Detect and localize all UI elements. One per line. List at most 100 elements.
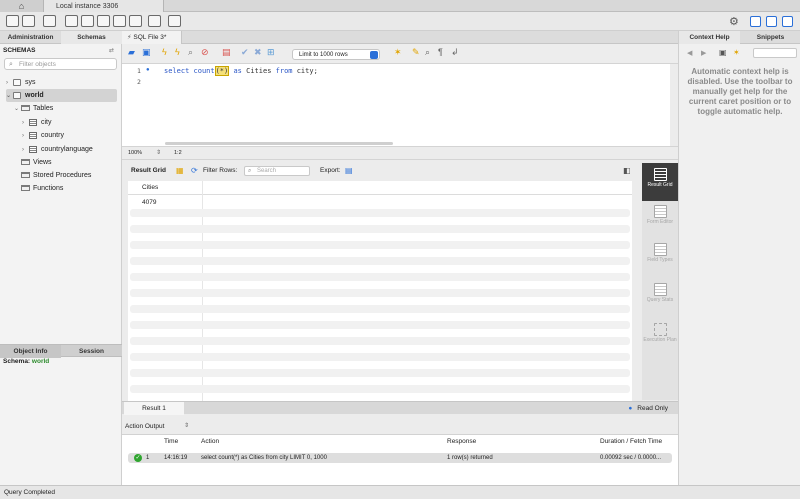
open-sql-script-icon[interactable] [22, 15, 35, 27]
table-row[interactable] [130, 353, 630, 361]
auto-help-icon[interactable]: ✶ [733, 48, 740, 57]
search-table-data-icon[interactable] [148, 15, 161, 27]
table-row[interactable]: ✓ 1 14:16:19 select count(*) as Cities f… [128, 453, 672, 463]
autocommit-icon[interactable]: ⊞ [267, 47, 277, 57]
stored-procedures-folder[interactable]: Stored Procedures [21, 169, 91, 182]
tab-session[interactable]: Session [61, 345, 122, 358]
create-table-icon[interactable] [81, 15, 94, 27]
tables-folder[interactable]: ⌄ Tables [14, 102, 53, 115]
table-country[interactable]: › country [22, 129, 64, 142]
table-row[interactable] [130, 385, 630, 393]
sql-editor[interactable]: 1 ● 2 select count(*) as Cities from cit… [122, 64, 670, 146]
execute-statement-icon[interactable]: ϟ [175, 47, 185, 57]
limit-rows-select[interactable]: Limit to 1000 rows [292, 49, 380, 60]
invisible-chars-icon[interactable]: ¶ [438, 47, 448, 57]
column-header-time[interactable]: Time [164, 438, 178, 445]
create-view-icon[interactable] [97, 15, 110, 27]
chevron-updown-icon[interactable]: ⇕ [156, 149, 161, 156]
commit-icon[interactable]: ✔ [241, 47, 251, 57]
grid-cell[interactable]: 4079 [142, 199, 156, 206]
schemas-header: SCHEMAS [3, 47, 36, 54]
create-schema-icon[interactable] [65, 15, 78, 27]
tab-snippets[interactable]: Snippets [740, 31, 800, 44]
column-header-cities[interactable]: Cities [142, 184, 158, 191]
rollback-icon[interactable]: ✖ [254, 47, 264, 57]
gear-icon[interactable]: ⚙ [729, 15, 739, 28]
query-stats-button[interactable]: Query Stats [642, 283, 678, 304]
field-types-button[interactable]: Field Types [642, 243, 678, 264]
manual-help-icon[interactable]: ▣ [719, 48, 727, 57]
views-folder[interactable]: Views [21, 156, 52, 169]
help-search-input[interactable] [753, 48, 797, 58]
wrap-lines-icon[interactable]: ↲ [451, 47, 461, 57]
tab-result-1[interactable]: Result 1 [124, 402, 184, 415]
tab-object-info[interactable]: Object Info [0, 345, 61, 358]
table-city[interactable]: › city [22, 116, 52, 129]
toggle-secondary-sidebar-icon[interactable] [782, 16, 793, 27]
create-function-icon[interactable] [129, 15, 142, 27]
column-header-response[interactable]: Response [447, 438, 476, 445]
schema-sys[interactable]: › sys [6, 76, 36, 89]
result-grid-button[interactable]: Result Grid [642, 163, 678, 201]
toggle-sidebar-icon[interactable] [750, 16, 761, 27]
toggle-error-icon[interactable]: ▤ [222, 47, 232, 57]
execution-plan-button[interactable]: Execution Plan [642, 323, 678, 344]
table-row[interactable] [130, 273, 630, 281]
export-icon[interactable]: ▤ [345, 166, 353, 175]
chevron-down-icon[interactable]: ⌄ [14, 103, 21, 116]
table-row[interactable] [130, 225, 630, 233]
tab-administration[interactable]: Administration [0, 31, 61, 44]
table-row[interactable] [130, 241, 630, 249]
reconnect-icon[interactable] [168, 15, 181, 27]
form-editor-button[interactable]: Form Editor [642, 205, 678, 226]
code-line-1[interactable]: select count(*) as Cities from city; [164, 66, 318, 76]
functions-folder[interactable]: Functions [21, 182, 63, 195]
table-countrylanguage[interactable]: › countrylanguage [22, 143, 93, 156]
chevron-updown-icon[interactable]: ⇕ [184, 422, 189, 429]
table-row[interactable] [130, 369, 630, 377]
beautify-icon[interactable]: ✶ [394, 47, 404, 57]
chevron-right-icon[interactable]: › [22, 130, 29, 143]
table-row[interactable] [130, 305, 630, 313]
table-row[interactable] [130, 209, 630, 217]
table-row[interactable] [130, 321, 630, 329]
toggle-output-icon[interactable] [766, 16, 777, 27]
table-row[interactable] [130, 289, 630, 297]
home-tab[interactable]: ⌂ [0, 0, 44, 12]
stats-icon [653, 283, 667, 296]
tab-sql-file-3[interactable]: ⚡ SQL File 3* [122, 31, 182, 44]
result-grid-label: Result Grid [131, 167, 167, 174]
filter-objects-input[interactable]: ⌕ Filter objects [4, 58, 117, 70]
new-sql-tab-icon[interactable] [6, 15, 19, 27]
back-icon[interactable]: ◀ [687, 49, 692, 57]
result-grid[interactable]: Cities 4079 [128, 181, 632, 401]
refresh-icon[interactable]: ⟳ [191, 166, 198, 175]
inspector-icon[interactable] [43, 15, 56, 27]
execute-icon[interactable]: ϟ [162, 47, 172, 57]
column-header-action[interactable]: Action [201, 438, 219, 445]
action-output-select[interactable]: Action Output [125, 423, 164, 430]
stop-icon[interactable]: ⊘ [201, 47, 211, 57]
filter-rows-input[interactable]: ⌕ Search [244, 166, 310, 176]
create-procedure-icon[interactable] [113, 15, 126, 27]
schema-world[interactable]: ⌄ world [6, 89, 117, 102]
table-row[interactable] [130, 257, 630, 265]
table-row[interactable] [130, 337, 630, 345]
statement-marker-icon: ● [146, 67, 150, 73]
tab-context-help[interactable]: Context Help [679, 31, 740, 44]
open-file-icon[interactable]: ▰ [128, 47, 138, 57]
column-header-duration[interactable]: Duration / Fetch Time [600, 438, 662, 445]
explain-icon[interactable]: ⌕ [188, 47, 198, 57]
instance-tab[interactable]: Local instance 3306 [44, 0, 164, 12]
horizontal-scrollbar[interactable] [165, 142, 393, 145]
tab-schemas[interactable]: Schemas [61, 31, 122, 44]
grid-icon[interactable]: ▦ [176, 166, 184, 175]
find-icon[interactable]: ⌕ [425, 47, 435, 57]
chevron-down-icon[interactable]: ⌄ [6, 90, 13, 103]
save-icon[interactable]: ▣ [142, 47, 152, 57]
zoom-level[interactable]: 100% [128, 150, 142, 156]
forward-icon[interactable]: ▶ [701, 49, 706, 57]
snippet-icon[interactable]: ✎ [412, 47, 422, 57]
toggle-panel-icon[interactable]: ◧ [623, 166, 631, 175]
refresh-schemas-icon[interactable]: ⇄ [109, 47, 114, 54]
